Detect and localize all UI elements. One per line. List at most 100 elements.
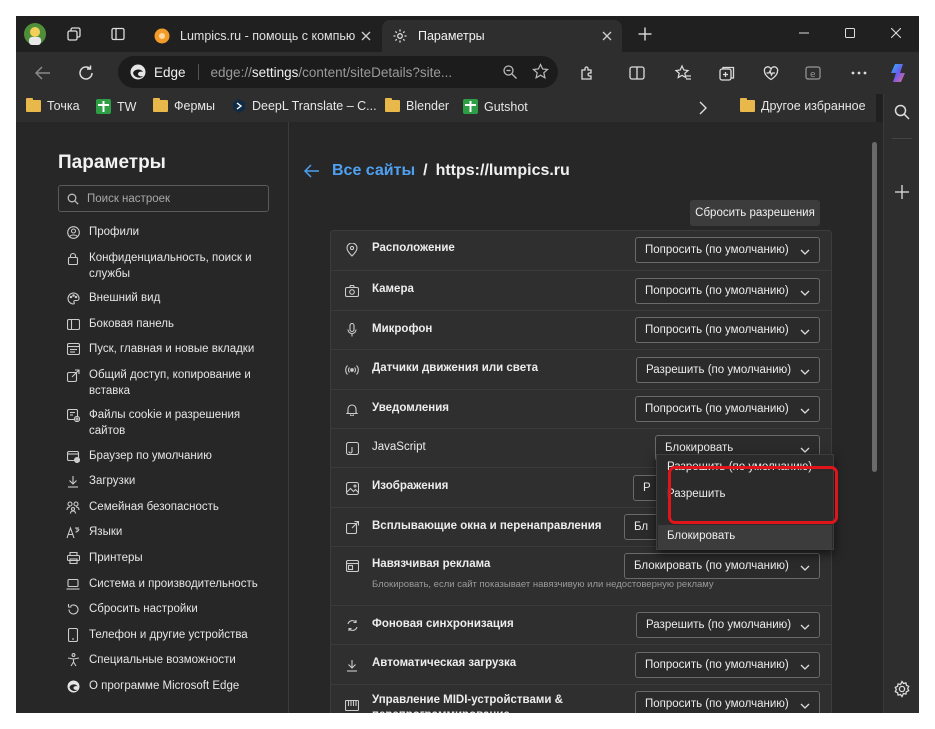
favorite-item[interactable]: Blender (385, 98, 449, 113)
sidebar-item-about[interactable]: О программе Microsoft Edge (66, 678, 276, 694)
extensions-icon[interactable] (572, 58, 602, 88)
dropdown-value: Попросить (по умолчанию) (645, 698, 789, 710)
sidebar-item-printers[interactable]: Принтеры (66, 550, 276, 566)
permission-dropdown[interactable]: Блокировать (по умолчанию) (624, 553, 820, 579)
sidebar-item-system[interactable]: Система и производительность (66, 576, 276, 592)
permission-dropdown[interactable]: Попросить (по умолчанию) (635, 396, 820, 422)
deepl-icon (232, 99, 246, 113)
permission-dropdown[interactable]: Попросить (по умолчанию) (635, 237, 820, 263)
permission-row-midi: Управление MIDI-устройствами & перепрогр… (331, 684, 831, 713)
sidebar-item-family[interactable]: Семейная безопасность (66, 499, 276, 515)
favorite-label: Другое избранное (761, 99, 866, 113)
sidebar-item-default-browser[interactable]: Браузер по умолчанию (66, 448, 276, 464)
sidebar-item-label: Профили (89, 226, 140, 238)
favorite-item[interactable]: Точка (26, 98, 80, 113)
breadcrumb-all-sites[interactable]: Все сайты (332, 162, 415, 180)
url-host: settings (251, 64, 299, 80)
sync-icon (345, 618, 359, 632)
sidebar-item-sidebar[interactable]: Боковая панель (66, 316, 276, 332)
profile-avatar[interactable] (24, 23, 46, 45)
other-favorites[interactable]: Другое избранное (740, 98, 866, 113)
chevron-right-icon[interactable] (698, 101, 708, 115)
back-icon[interactable] (28, 58, 58, 88)
permission-label: Всплывающие окна и перенаправления (372, 520, 602, 532)
sidebar-item-label: О программе Microsoft Edge (89, 680, 240, 692)
sidebar-item-share-copy[interactable]: Общий доступ, копирование и вставка (66, 367, 276, 399)
sidebar-item-cookies[interactable]: Файлы cookie и разрешения сайтов (66, 407, 276, 439)
sidebar-item-appearance[interactable]: Внешний вид (66, 290, 276, 306)
collections-icon[interactable] (712, 58, 742, 88)
favorite-star-icon[interactable] (532, 63, 549, 80)
sidebar-item-languages[interactable]: Языки (66, 524, 276, 540)
favorite-label: Фермы (174, 99, 215, 113)
permission-label: Навязчивая реклама (372, 558, 491, 570)
tab-lumpics[interactable]: Lumpics.ru - помощь с компьюте (144, 20, 381, 52)
permission-label: Фоновая синхронизация (372, 618, 514, 630)
zoom-icon[interactable] (502, 64, 518, 80)
permission-dropdown[interactable]: Попросить (по умолчанию) (635, 691, 820, 713)
favorite-item[interactable]: Фермы (153, 98, 215, 113)
dropdown-value: Р (643, 482, 651, 494)
download-icon (345, 658, 359, 672)
sidebar-item-start-home[interactable]: Пуск, главная и новые вкладки (66, 341, 276, 357)
refresh-icon[interactable] (71, 58, 101, 88)
sidebar-item-profiles[interactable]: Профили (66, 224, 276, 240)
sidebar-settings-gear-icon[interactable] (893, 680, 911, 698)
browser-window: Lumpics.ru - помощь с компьюте Параметры (16, 16, 919, 713)
edge-logo-icon (130, 64, 146, 80)
download-icon (66, 473, 80, 489)
permission-description: Блокировать, если сайт показывает навязч… (372, 579, 714, 590)
split-screen-icon[interactable] (622, 58, 652, 88)
ads-icon (345, 559, 359, 573)
scrollbar-thumb[interactable] (872, 142, 877, 472)
chevron-down-icon (800, 246, 810, 258)
permission-dropdown[interactable]: Попросить (по умолчанию) (635, 652, 820, 678)
favorites-icon[interactable] (668, 58, 698, 88)
add-icon[interactable] (894, 184, 910, 200)
close-tab-icon[interactable] (361, 31, 371, 41)
browser-essentials-icon[interactable] (756, 58, 786, 88)
permission-label: JavaScript (372, 441, 426, 453)
tab-settings[interactable]: Параметры (382, 20, 622, 52)
menu-option-block[interactable]: Блокировать (667, 530, 735, 542)
sidebar-item-phone[interactable]: Телефон и другие устройства (66, 627, 276, 643)
back-arrow-icon[interactable] (304, 164, 320, 178)
more-options-icon[interactable] (844, 58, 874, 88)
ie-mode-icon[interactable]: e (798, 58, 828, 88)
reset-permissions-button[interactable]: Сбросить разрешения (690, 200, 820, 226)
search-icon[interactable] (894, 104, 910, 120)
phone-icon (66, 627, 80, 643)
close-window-icon[interactable] (873, 16, 919, 50)
tab-actions-icon[interactable] (110, 26, 126, 42)
permission-dropdown[interactable]: Попросить (по умолчанию) (635, 278, 820, 304)
sidebar-item-label: Принтеры (89, 552, 143, 564)
address-bar[interactable]: Edge edge:// settings /content/siteDetai… (118, 56, 558, 88)
sidebar-item-accessibility[interactable]: Специальные возможности (66, 652, 276, 668)
dropdown-value: Попросить (по умолчанию) (645, 324, 789, 336)
favorite-item[interactable]: DeepL Translate – С... (232, 99, 377, 113)
permission-dropdown[interactable]: Разрешить (по умолчанию) (636, 357, 820, 383)
sidebar-item-label: Семейная безопасность (89, 501, 219, 513)
settings-search-input[interactable]: Поиск настроек (58, 185, 269, 212)
sidebar-item-reset[interactable]: Сбросить настройки (66, 601, 276, 617)
folder-icon (385, 98, 400, 112)
minimize-icon[interactable] (781, 16, 827, 50)
sidebar-item-label: Браузер по умолчанию (89, 450, 212, 462)
close-tab-icon[interactable] (602, 31, 612, 41)
sidebar-item-label: Пуск, главная и новые вкладки (89, 343, 255, 355)
permission-dropdown[interactable]: Разрешить (по умолчанию) (636, 612, 820, 638)
workspaces-icon[interactable] (66, 26, 82, 42)
palette-icon (66, 290, 80, 306)
favorite-item[interactable]: TW (96, 99, 136, 114)
permission-dropdown[interactable]: Попросить (по умолчанию) (635, 317, 820, 343)
new-tab-icon[interactable] (637, 26, 653, 42)
permission-label: Управление MIDI-устройствами & перепрогр… (372, 694, 563, 713)
sidebar-item-label: Система и производительность (89, 578, 258, 590)
chevron-down-icon (800, 562, 810, 574)
maximize-icon[interactable] (827, 16, 873, 50)
sidebar-item-privacy[interactable]: Конфиденциальность, поиск и службы (66, 250, 276, 282)
favorite-item[interactable]: Gutshot (463, 99, 528, 114)
copilot-icon[interactable] (884, 58, 914, 88)
sidebar-item-downloads[interactable]: Загрузки (66, 473, 276, 489)
cookies-permissions-icon (66, 407, 80, 423)
